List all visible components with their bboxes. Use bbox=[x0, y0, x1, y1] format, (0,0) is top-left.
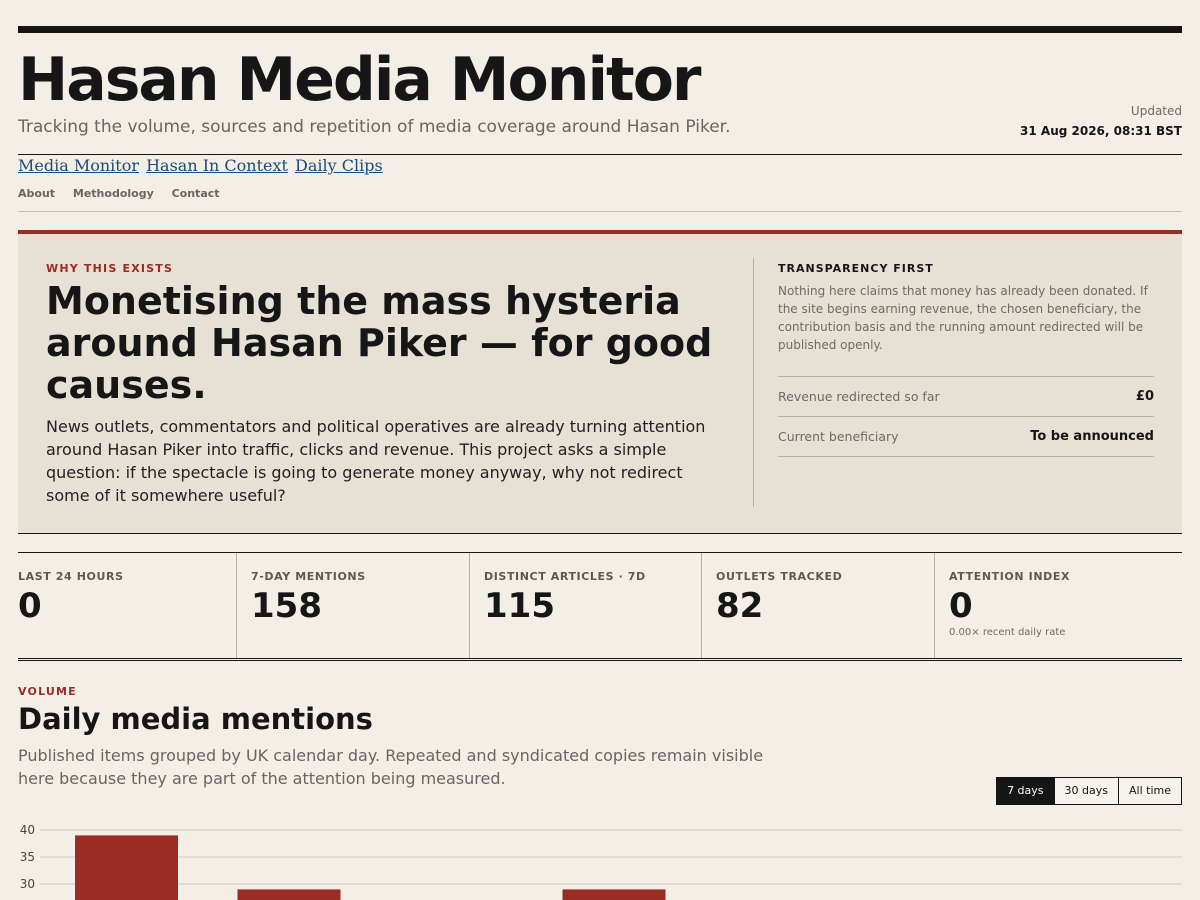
stats-strip: LAST 24 HOURS 0 7-DAY MENTIONS 158 DISTI… bbox=[18, 552, 1182, 661]
stat-attention-index: ATTENTION INDEX 0 0.00× recent daily rat… bbox=[935, 553, 1182, 658]
nav-divider bbox=[18, 211, 1182, 212]
nav-link-hasan-in-context[interactable]: Hasan In Context bbox=[146, 156, 288, 175]
stat-value: 115 bbox=[484, 586, 555, 626]
nav-methodology[interactable]: Methodology bbox=[73, 187, 154, 200]
transparency-text: Nothing here claims that money has alrea… bbox=[778, 284, 1148, 352]
transparency-end-rule bbox=[778, 456, 1154, 457]
stat-label: DISTINCT ARTICLES · 7D bbox=[484, 570, 646, 583]
nav-contact[interactable]: Contact bbox=[172, 187, 220, 200]
range-all-time[interactable]: All time bbox=[1118, 778, 1181, 804]
hero-headline: Monetising the mass hysteria around Hasa… bbox=[46, 279, 713, 407]
beneficiary-label: Current beneficiary bbox=[778, 429, 899, 444]
nav-link-daily-clips[interactable]: Daily Clips bbox=[295, 156, 383, 175]
updated-label: Updated bbox=[1130, 104, 1182, 118]
nav-link-media-monitor[interactable]: Media Monitor bbox=[18, 156, 139, 175]
hero-panel: WHY THIS EXISTS Monetising the mass hyst… bbox=[18, 230, 1182, 534]
volume-description: Published items grouped by UK calendar d… bbox=[18, 746, 764, 788]
daily-mentions-chart: 30 35 40 bbox=[20, 823, 1182, 900]
revenue-label: Revenue redirected so far bbox=[778, 389, 940, 404]
hero-body: News outlets, commentators and political… bbox=[46, 417, 706, 505]
y-tick-label: 35 bbox=[20, 850, 35, 864]
site-title[interactable]: Hasan Media Monitor bbox=[18, 44, 702, 116]
range-toggle: 7 days 30 days All time bbox=[996, 777, 1182, 805]
stat-label: ATTENTION INDEX bbox=[949, 570, 1071, 583]
stat-last-24-hours: LAST 24 HOURS 0 bbox=[18, 553, 237, 658]
bar[interactable] bbox=[562, 889, 666, 900]
beneficiary-row: Current beneficiary To be announced bbox=[778, 416, 1154, 456]
bar[interactable] bbox=[75, 835, 178, 900]
transparency-box: TRANSPARENCY FIRST Nothing here claims t… bbox=[778, 262, 1154, 457]
stat-distinct-articles: DISTINCT ARTICLES · 7D 115 bbox=[470, 553, 702, 658]
stat-7-day-mentions: 7-DAY MENTIONS 158 bbox=[237, 553, 470, 658]
volume-kicker: VOLUME bbox=[18, 685, 77, 698]
site-subtitle: Tracking the volume, sources and repetit… bbox=[18, 117, 731, 137]
stat-value: 0 bbox=[949, 586, 973, 626]
stat-label: LAST 24 HOURS bbox=[18, 570, 124, 583]
updated-timestamp: 31 Aug 2026, 08:31 BST bbox=[1020, 124, 1182, 138]
range-30-days[interactable]: 30 days bbox=[1053, 778, 1118, 804]
transparency-kicker: TRANSPARENCY FIRST bbox=[778, 262, 934, 275]
range-7-days[interactable]: 7 days bbox=[997, 778, 1054, 804]
revenue-value: £0 bbox=[1135, 389, 1154, 404]
stat-note: 0.00× recent daily rate bbox=[949, 627, 1066, 638]
bar[interactable] bbox=[237, 889, 341, 900]
y-tick-label: 40 bbox=[20, 823, 35, 837]
hero-kicker: WHY THIS EXISTS bbox=[46, 262, 174, 275]
header-divider bbox=[18, 154, 1182, 155]
stat-value: 158 bbox=[251, 586, 322, 626]
top-rule bbox=[18, 26, 1182, 33]
stat-label: 7-DAY MENTIONS bbox=[251, 570, 366, 583]
secondary-nav: About Methodology Contact bbox=[18, 187, 234, 200]
stat-value: 82 bbox=[716, 586, 764, 626]
revenue-row: Revenue redirected so far £0 bbox=[778, 376, 1154, 416]
y-tick-label: 30 bbox=[20, 877, 35, 891]
stat-value: 0 bbox=[18, 586, 42, 626]
primary-nav: Media Monitor Hasan In Context Daily Cli… bbox=[18, 156, 385, 175]
stat-outlets-tracked: OUTLETS TRACKED 82 bbox=[702, 553, 935, 658]
nav-about[interactable]: About bbox=[18, 187, 55, 200]
volume-title: Daily media mentions bbox=[18, 702, 373, 736]
beneficiary-value: To be announced bbox=[1030, 429, 1154, 444]
hero-divider bbox=[753, 258, 754, 507]
stat-label: OUTLETS TRACKED bbox=[716, 570, 843, 583]
